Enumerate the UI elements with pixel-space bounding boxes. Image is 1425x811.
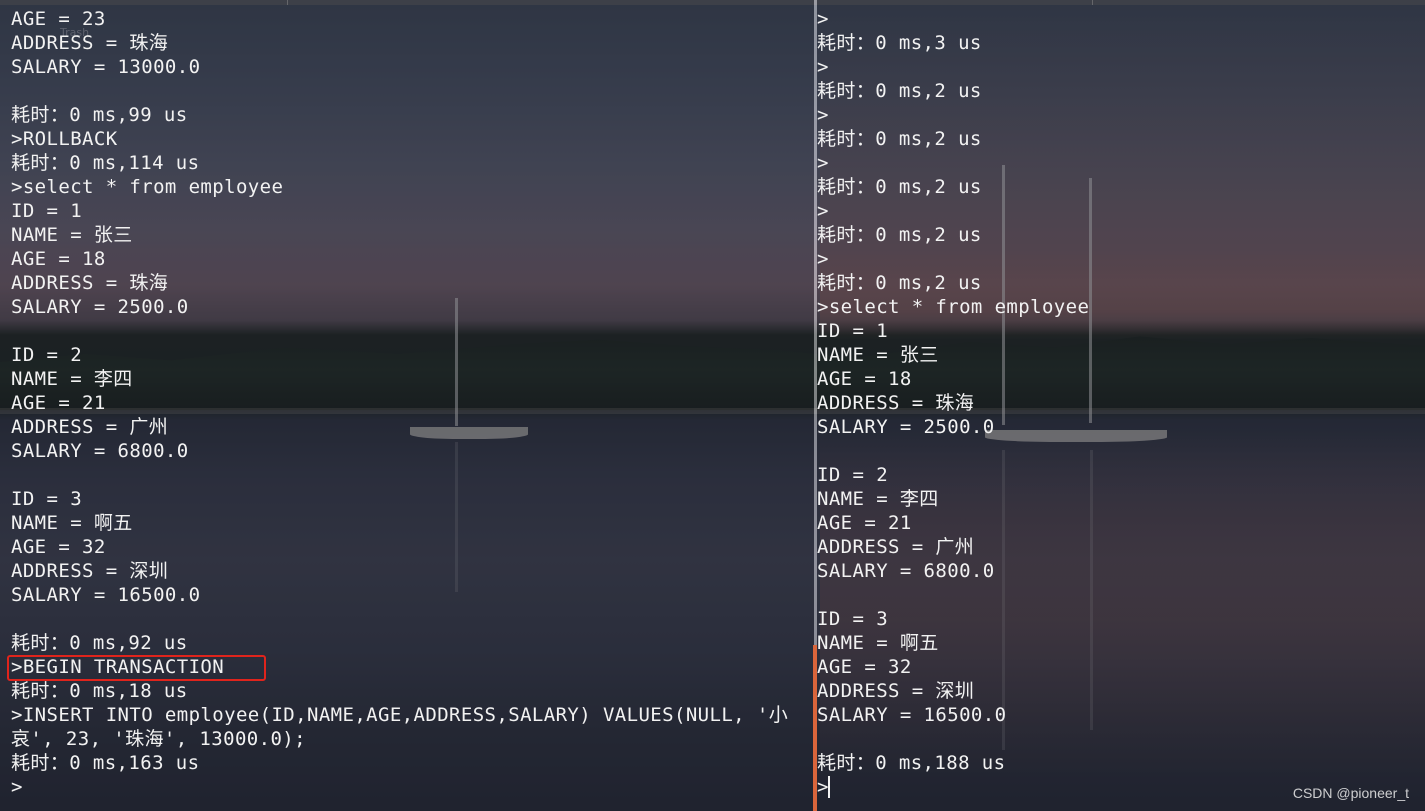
- terminal-line: >: [817, 248, 829, 270]
- text-cursor: [828, 776, 830, 798]
- left-terminal-pane[interactable]: AGE = 23 ADDRESS = 珠海 SALARY = 13000.0 耗时：0…: [0, 0, 814, 811]
- terminal-line: 哀', 23, '珠海', 13000.0);: [11, 728, 306, 750]
- terminal-prompt[interactable]: >: [817, 775, 1089, 799]
- terminal-line: >ROLLBACK: [11, 128, 118, 150]
- terminal-line: ID = 1: [11, 200, 83, 222]
- terminal-line: ID = 3: [817, 608, 889, 630]
- terminal-line: SALARY = 6800.0: [11, 440, 189, 462]
- terminal-line: >INSERT INTO employee(ID,NAME,AGE,ADDRES…: [11, 704, 789, 726]
- begin-transaction-highlight-box: [7, 655, 266, 681]
- terminal-line: >: [817, 200, 829, 222]
- terminal-line: AGE = 18: [817, 368, 912, 390]
- terminal-line: SALARY = 16500.0: [817, 704, 1007, 726]
- terminal-line: ADDRESS = 珠海: [817, 392, 975, 414]
- terminal-line: AGE = 18: [11, 248, 106, 270]
- terminal-line: >select * from employee: [11, 176, 284, 198]
- terminal-line: ID = 3: [11, 488, 83, 510]
- terminal-line: SALARY = 2500.0: [11, 296, 189, 318]
- terminal-line: 耗时：0 ms,2 us: [817, 272, 982, 294]
- terminal-line: NAME = 李四: [817, 488, 939, 510]
- terminal-line: NAME = 张三: [817, 344, 939, 366]
- terminal-line: 耗时：0 ms,163 us: [11, 752, 200, 774]
- terminal-line: NAME = 张三: [11, 224, 133, 246]
- terminal-line: >: [817, 152, 829, 174]
- terminal-line: ADDRESS = 深圳: [817, 680, 975, 702]
- terminal-line: >: [817, 56, 829, 78]
- terminal-line: 耗时：0 ms,2 us: [817, 224, 982, 246]
- terminal-line: AGE = 23: [11, 8, 106, 30]
- terminal-line: ADDRESS = 珠海: [11, 272, 169, 294]
- terminal-line: AGE = 32: [817, 656, 912, 678]
- terminal-line: SALARY = 2500.0: [817, 416, 995, 438]
- terminal-line: AGE = 21: [11, 392, 106, 414]
- terminal-line: ID = 2: [11, 344, 83, 366]
- terminal-prompt[interactable]: >: [11, 775, 788, 799]
- terminal-line: 耗时：0 ms,2 us: [817, 128, 982, 150]
- terminal-line: 耗时：0 ms,114 us: [11, 152, 200, 174]
- terminal-line: 耗时：0 ms,92 us: [11, 632, 188, 654]
- terminal-line: NAME = 啊五: [11, 512, 133, 534]
- terminal-line: >: [817, 104, 829, 126]
- terminal-line: NAME = 啊五: [817, 632, 939, 654]
- terminal-line: ADDRESS = 深圳: [11, 560, 169, 582]
- right-terminal-pane[interactable]: > 耗时：0 ms,3 us > 耗时：0 ms,2 us > 耗时：0 ms,2 us >…: [817, 0, 1425, 811]
- csdn-watermark: CSDN @pioneer_t: [1292, 785, 1409, 801]
- terminal-line: 耗时：0 ms,18 us: [11, 680, 188, 702]
- terminal-line: >select * from employee: [817, 296, 1090, 318]
- terminal-line: ADDRESS = 珠海: [11, 32, 169, 54]
- terminal-line: SALARY = 6800.0: [817, 560, 995, 582]
- terminal-line: 耗时：0 ms,3 us: [817, 32, 982, 54]
- desktop-screen: Trash AGE = 23 ADDRESS = 珠海 SALARY = 13000…: [0, 0, 1425, 811]
- terminal-line: ID = 2: [817, 464, 889, 486]
- terminal-line: ADDRESS = 广州: [11, 416, 169, 438]
- terminal-line: AGE = 32: [11, 536, 106, 558]
- terminal-line: AGE = 21: [817, 512, 912, 534]
- right-terminal-output: > 耗时：0 ms,3 us > 耗时：0 ms,2 us > 耗时：0 ms,2 us >…: [817, 7, 1089, 799]
- terminal-line: ID = 1: [817, 320, 889, 342]
- terminal-line: 耗时：0 ms,99 us: [11, 104, 188, 126]
- terminal-line: 耗时：0 ms,2 us: [817, 176, 982, 198]
- terminal-line: 耗时：0 ms,2 us: [817, 80, 982, 102]
- terminal-line: ADDRESS = 广州: [817, 536, 975, 558]
- terminal-line: NAME = 李四: [11, 368, 133, 390]
- terminal-line: SALARY = 13000.0: [11, 56, 201, 78]
- terminal-line: 耗时：0 ms,188 us: [817, 752, 1006, 774]
- terminal-line: SALARY = 16500.0: [11, 584, 201, 606]
- terminal-line: >: [817, 8, 829, 30]
